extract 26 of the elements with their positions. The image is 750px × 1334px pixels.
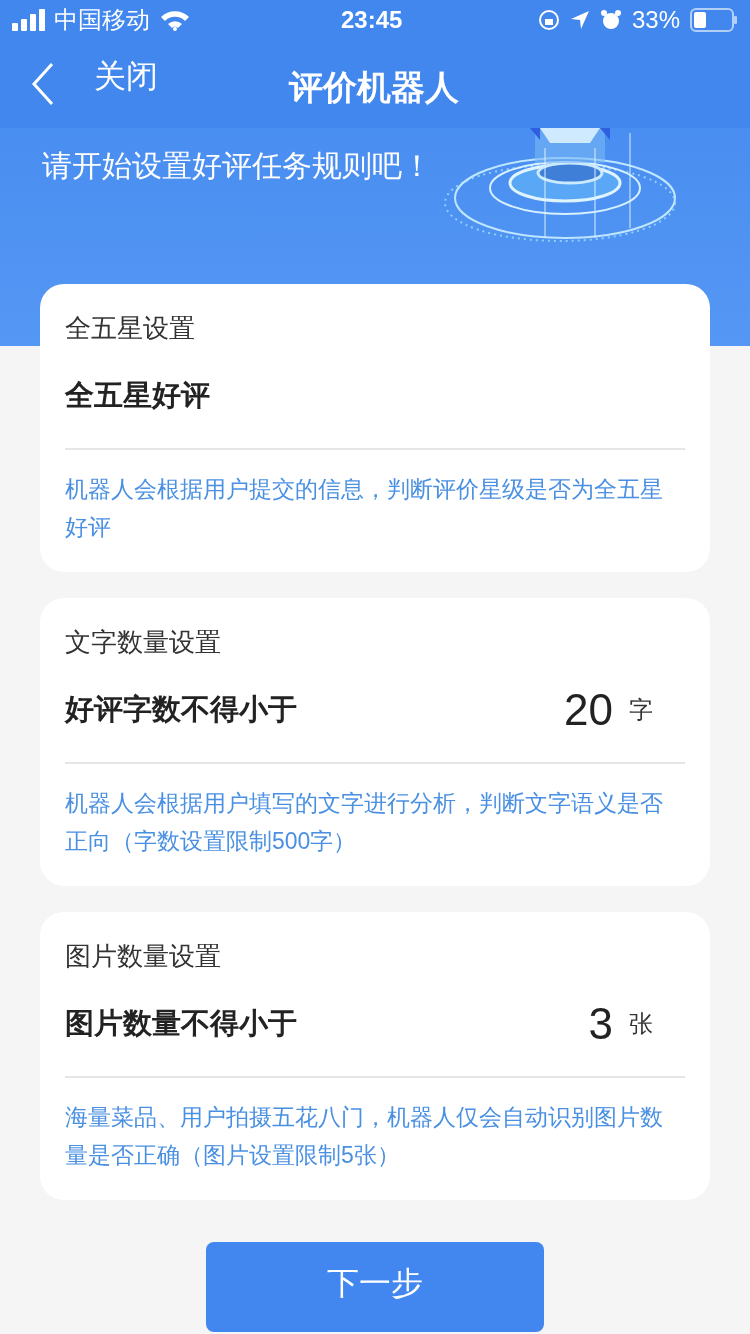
- next-button[interactable]: 下一步: [206, 1242, 544, 1332]
- unit-label: 张: [629, 1009, 653, 1039]
- unit-label: 字: [629, 695, 653, 725]
- location-icon: [569, 10, 590, 30]
- rule-label: 图片数量不得小于: [65, 1006, 297, 1042]
- rule-label: 好评字数不得小于: [65, 692, 297, 728]
- rotation-lock-icon: [537, 9, 560, 31]
- battery-percent: 33%: [631, 5, 680, 35]
- card-title: 文字数量设置: [65, 626, 222, 659]
- card-title: 图片数量设置: [65, 940, 222, 973]
- rule-value[interactable]: 3: [588, 991, 613, 1057]
- battery-icon: [690, 8, 738, 32]
- back-icon: [30, 62, 56, 106]
- card-title: 全五星设置: [65, 312, 196, 345]
- banner-text: 请开始设置好评任务规则吧！: [42, 148, 433, 184]
- signal-icon: [12, 9, 46, 31]
- rule-note: 机器人会根据用户提交的信息，判断评价星级是否为全五星好评: [65, 475, 664, 542]
- rule-label: 全五星好评: [65, 378, 210, 414]
- back-button[interactable]: 关闭: [0, 40, 168, 128]
- rule-value[interactable]: 20: [564, 677, 613, 743]
- rule-note: 机器人会根据用户填写的文字进行分析，判断文字语义是否正向（字数设置限制500字）: [65, 789, 664, 856]
- carrier-name: 中国移动: [54, 5, 150, 35]
- clock-time: 23:45: [341, 5, 403, 35]
- rule-note: 海量菜品、用户拍摄五花八门，机器人仅会自动识别图片数量是否正确（图片设置限制5张）: [65, 1103, 664, 1170]
- wifi-icon: [160, 9, 190, 31]
- page-title: 评价机器人: [289, 67, 459, 108]
